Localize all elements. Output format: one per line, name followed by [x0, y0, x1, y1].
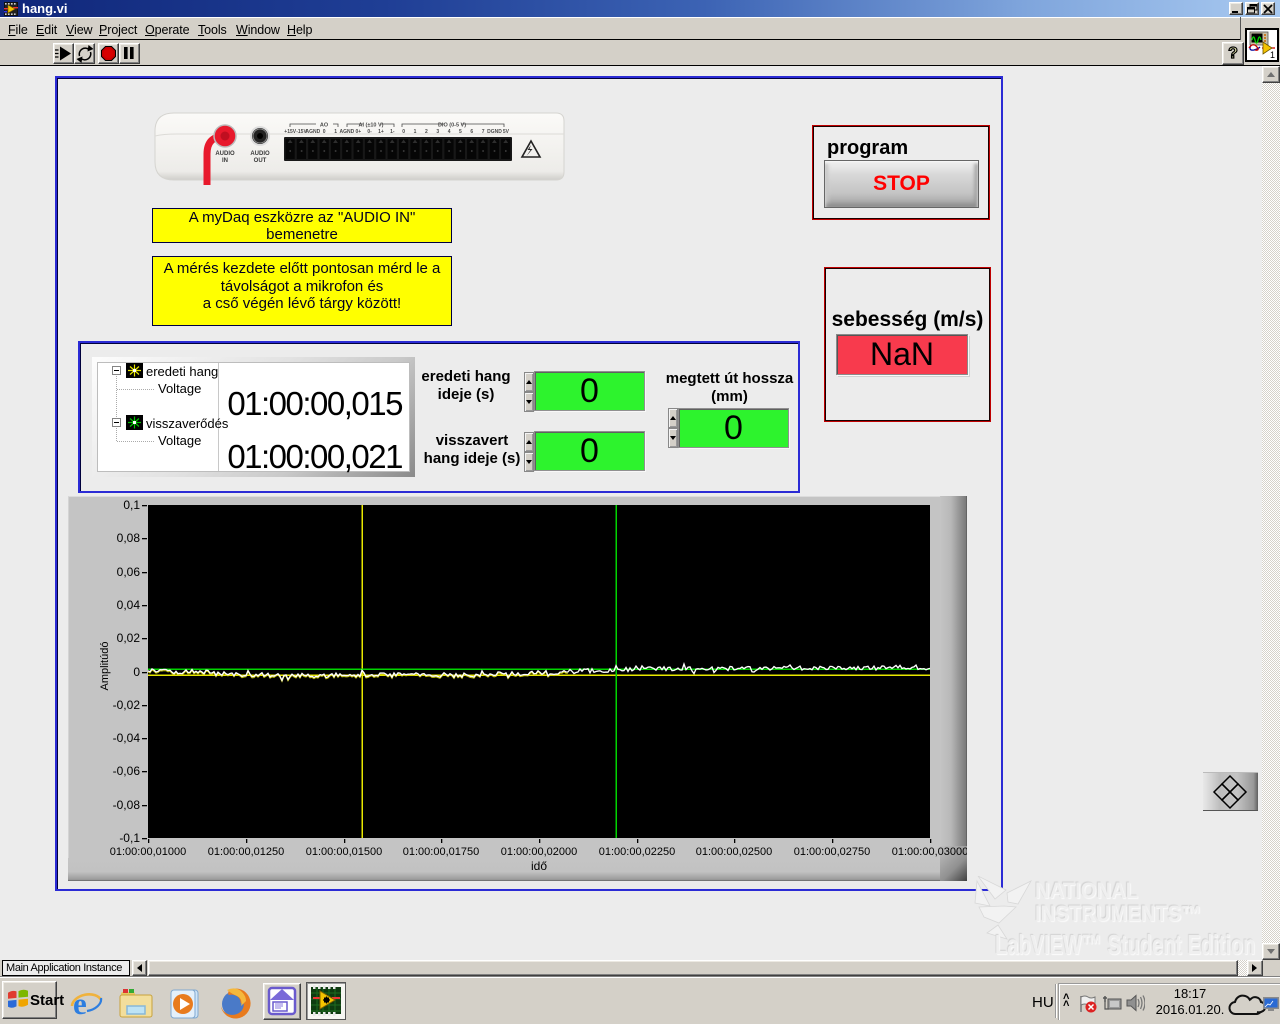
svg-text:AGND: AGND [340, 129, 355, 135]
svg-text:01:00:00,01250: 01:00:00,01250 [208, 846, 284, 858]
svg-text:0,04: 0,04 [117, 598, 141, 612]
svg-text:AGND: AGND [306, 129, 321, 135]
svg-text:01:00:00,03000: 01:00:00,03000 [892, 846, 967, 858]
svg-text:AUDIO: AUDIO [250, 151, 270, 157]
svg-text:0,08: 0,08 [117, 531, 141, 545]
svg-text:idő: idő [531, 859, 547, 873]
svg-text:0,02: 0,02 [117, 631, 141, 645]
svg-text:e: e [73, 987, 87, 1020]
svg-text:4: 4 [448, 129, 451, 135]
svg-text:01:00:00,01500: 01:00:00,01500 [306, 846, 382, 858]
svg-text:5V: 5V [503, 129, 510, 135]
svg-text:-0,04: -0,04 [113, 731, 141, 745]
svg-text:3: 3 [436, 129, 439, 135]
svg-text:+15V: +15V [284, 129, 296, 135]
svg-text:0: 0 [323, 129, 326, 135]
svg-text:AO: AO [320, 123, 329, 129]
svg-text:0-: 0- [367, 129, 372, 135]
svg-text:-0,06: -0,06 [113, 764, 141, 778]
svg-text:01:00:00,02000: 01:00:00,02000 [501, 846, 577, 858]
svg-text:1: 1 [334, 129, 337, 135]
svg-text:0: 0 [133, 665, 140, 679]
svg-text:0,1: 0,1 [123, 498, 140, 512]
svg-text:1-: 1- [390, 129, 395, 135]
svg-text:IN: IN [222, 158, 228, 164]
svg-text:AUDIO: AUDIO [215, 151, 235, 157]
svg-text:OUT: OUT [254, 158, 267, 164]
svg-text:0: 0 [402, 129, 405, 135]
svg-text:6: 6 [470, 129, 473, 135]
svg-text:-0,08: -0,08 [113, 798, 141, 812]
svg-text:Amplitúdó: Amplitúdó [99, 642, 111, 691]
svg-text:1: 1 [1270, 50, 1275, 59]
svg-text:01:00:00,01750: 01:00:00,01750 [403, 846, 479, 858]
svg-text:0,06: 0,06 [117, 565, 141, 579]
svg-text:0+: 0+ [355, 129, 361, 135]
svg-text:DIO (0-5 V): DIO (0-5 V) [438, 123, 466, 129]
svg-text:01:00:00,02500: 01:00:00,02500 [696, 846, 772, 858]
svg-text:1: 1 [414, 129, 417, 135]
svg-text:5: 5 [459, 129, 462, 135]
svg-text:01:00:00,02250: 01:00:00,02250 [599, 846, 675, 858]
svg-text:-0,02: -0,02 [113, 698, 141, 712]
svg-text:DGND: DGND [487, 129, 502, 135]
svg-text:7: 7 [482, 129, 485, 135]
svg-text:2: 2 [425, 129, 428, 135]
svg-text:01:00:00,01000: 01:00:00,01000 [110, 846, 186, 858]
svg-text:01:00:00,02750: 01:00:00,02750 [794, 846, 870, 858]
svg-text:AI (±10 V): AI (±10 V) [358, 123, 383, 129]
svg-text:-0,1: -0,1 [119, 831, 140, 845]
svg-text:1+: 1+ [378, 129, 384, 135]
